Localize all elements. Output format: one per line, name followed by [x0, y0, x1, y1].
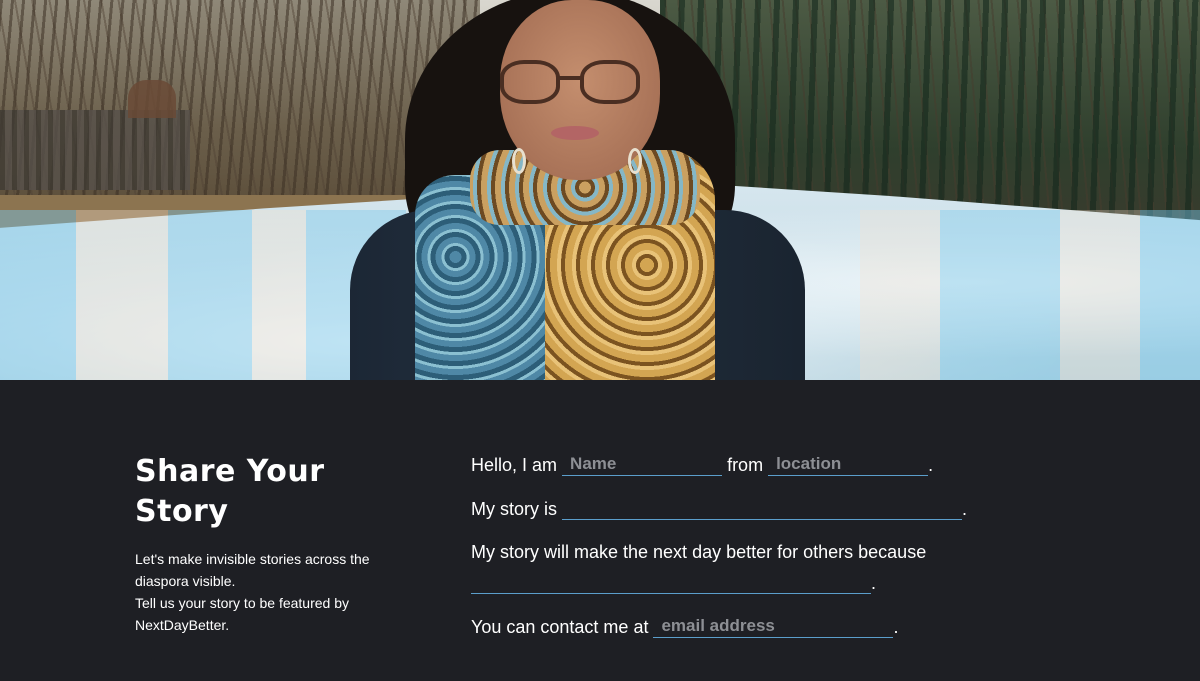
email-input[interactable] — [653, 616, 894, 638]
section-description: Let's make invisible stories across the … — [135, 548, 405, 636]
intro: Share Your Story Let's make invisible st… — [135, 452, 405, 636]
hero-photo — [0, 0, 1200, 380]
story-label: My story is — [471, 499, 558, 519]
form-line-story: My story is . — [471, 498, 967, 520]
overlay-stripe — [252, 210, 306, 380]
period: . — [928, 455, 934, 475]
fence — [0, 110, 190, 190]
section-title: Share Your Story — [135, 454, 325, 529]
form-line-because-label: My story will make the next day better f… — [471, 542, 926, 563]
overlay-stripe — [860, 210, 940, 380]
from-label: from — [727, 455, 764, 475]
overlay-stripe — [76, 210, 168, 380]
description-line-2: Tell us your story to be featured by Nex… — [135, 595, 349, 633]
location-input[interactable] — [768, 454, 929, 476]
overlay-stripe — [940, 210, 1060, 380]
period: . — [893, 617, 899, 637]
because-label: My story will make the next day better f… — [471, 542, 927, 562]
hello-label: Hello, I am — [471, 455, 558, 475]
overlay-stripe — [1060, 210, 1140, 380]
overlay-stripe — [168, 210, 252, 380]
glasses-bridge — [558, 76, 582, 80]
story-input[interactable] — [562, 498, 963, 520]
contact-label: You can contact me at — [471, 617, 649, 637]
glasses-lens-left — [500, 60, 560, 104]
name-input[interactable] — [562, 454, 723, 476]
overlay-stripe — [1140, 210, 1200, 380]
barn — [128, 80, 176, 118]
person-lips — [551, 126, 599, 140]
form-line-because-field: . — [471, 572, 876, 594]
description-line-1: Let's make invisible stories across the … — [135, 551, 370, 589]
period: . — [871, 573, 877, 593]
form-line-contact: You can contact me at . — [471, 616, 898, 638]
period: . — [962, 499, 968, 519]
because-input[interactable] — [471, 572, 871, 594]
earring-left — [512, 148, 526, 174]
overlay-stripe — [0, 210, 76, 380]
form-line-name: Hello, I am from . — [471, 454, 933, 476]
glasses-lens-right — [580, 60, 640, 104]
share-story-section: Share Your Story Let's make invisible st… — [0, 380, 1200, 681]
earring-right — [628, 148, 642, 174]
